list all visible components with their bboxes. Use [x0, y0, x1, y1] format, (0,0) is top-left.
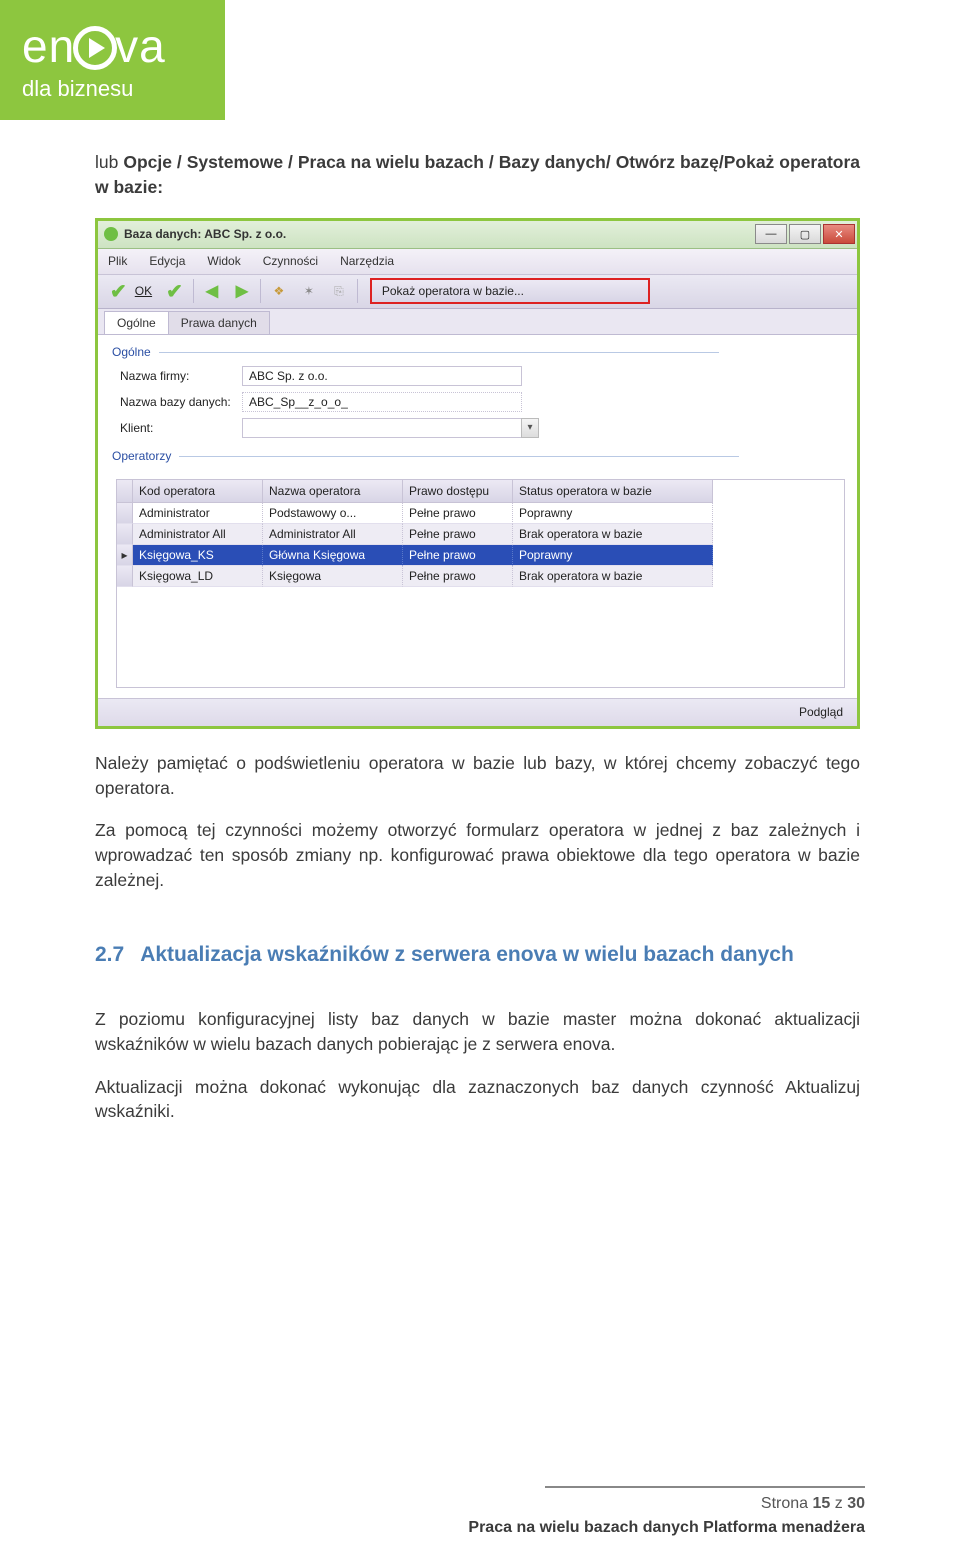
toolbar-separator: [260, 279, 261, 303]
brand-logo: enva dla biznesu: [0, 0, 225, 120]
app-window: Baza danych: ABC Sp. z o.o. ― ▢ ✕ Plik E…: [95, 218, 860, 729]
table-cell: Administrator All: [263, 524, 403, 545]
row-marker: [117, 524, 133, 545]
input-klient[interactable]: [242, 418, 522, 438]
minimize-button[interactable]: ―: [755, 224, 787, 244]
row-marker: ▸: [117, 545, 133, 566]
intro-paragraph: lub Opcje / Systemowe / Praca na wielu b…: [95, 150, 860, 200]
logo-subtitle: dla biznesu: [22, 76, 203, 102]
paragraph-1: Należy pamiętać o podświetleniu operator…: [95, 751, 860, 801]
app-icon: [104, 227, 118, 241]
play-icon: [73, 26, 117, 70]
klient-dropdown-icon[interactable]: ▾: [521, 418, 539, 438]
paragraph-4: Aktualizacji można dokonać wykonując dla…: [95, 1075, 860, 1125]
table-cell: Brak operatora w bazie: [513, 566, 713, 587]
intro-prefix: lub: [95, 152, 123, 172]
table-cell: Poprawny: [513, 545, 713, 566]
highlighted-action[interactable]: Pokaż operatora w bazie...: [370, 278, 650, 304]
menu-narzedzia[interactable]: Narzędzia: [340, 254, 394, 268]
page-prefix: Strona: [761, 1495, 813, 1512]
table-row[interactable]: AdministratorPodstawowy o...Pełne prawoP…: [117, 503, 844, 524]
window-footer: Podgląd: [98, 698, 857, 726]
table-row[interactable]: Księgowa_LDKsięgowaPełne prawoBrak opera…: [117, 566, 844, 587]
close-button[interactable]: ✕: [823, 224, 855, 244]
table-cell: Administrator All: [133, 524, 263, 545]
menu-widok[interactable]: Widok: [207, 254, 240, 268]
ok-label[interactable]: OK: [135, 284, 152, 298]
table-cell: Pełne prawo: [403, 524, 513, 545]
heading-text: Aktualizacja wskaźników z serwera enova …: [140, 943, 794, 966]
label-nazwa-firmy: Nazwa firmy:: [112, 369, 242, 383]
tool-icon-3[interactable]: ⎘: [327, 279, 351, 303]
row-marker: [117, 503, 133, 524]
back-icon[interactable]: ◀: [200, 279, 224, 303]
page-footer: Strona 15 z 30 Praca na wielu bazach dan…: [468, 1492, 865, 1540]
table-cell: Księgowa: [263, 566, 403, 587]
table-cell: Główna Księgowa: [263, 545, 403, 566]
table-cell: Księgowa_KS: [133, 545, 263, 566]
tab-prawa-danych[interactable]: Prawa danych: [168, 311, 270, 334]
input-nazwa-bazy[interactable]: ABC_Sp__z_o_o_: [242, 392, 522, 412]
forward-icon[interactable]: ▶: [230, 279, 254, 303]
table-cell: Pełne prawo: [403, 545, 513, 566]
col-status[interactable]: Status operatora w bazie: [513, 480, 713, 503]
highlighted-action-label: Pokaż operatora w bazie...: [382, 284, 524, 298]
table-row[interactable]: Administrator AllAdministrator AllPełne …: [117, 524, 844, 545]
table-row[interactable]: ▸Księgowa_KSGłówna KsięgowaPełne prawoPo…: [117, 545, 844, 566]
menu-bar: Plik Edycja Widok Czynności Narzędzia: [98, 249, 857, 275]
table-cell: Pełne prawo: [403, 566, 513, 587]
groupbox-operatorzy-label: Operatorzy: [112, 449, 843, 463]
row-marker: [117, 566, 133, 587]
menu-plik[interactable]: Plik: [108, 254, 127, 268]
label-nazwa-bazy: Nazwa bazy danych:: [112, 395, 242, 409]
apply-check-icon[interactable]: ✔: [162, 279, 187, 303]
window-title: Baza danych: ABC Sp. z o.o.: [124, 227, 755, 241]
table-cell: Pełne prawo: [403, 503, 513, 524]
table-cell: Podstawowy o...: [263, 503, 403, 524]
groupbox-ogolne-label: Ogólne: [112, 345, 843, 359]
logo-text-b: va: [115, 20, 166, 72]
footer-separator: [545, 1486, 865, 1488]
col-kod-operatora[interactable]: Kod operatora: [133, 480, 263, 503]
table-corner: [117, 480, 133, 503]
col-nazwa-operatora[interactable]: Nazwa operatora: [263, 480, 403, 503]
tool-icon-1[interactable]: ❖: [267, 279, 291, 303]
section-heading: 2.7 Aktualizacja wskaźników z serwera eno…: [95, 943, 860, 967]
toolbar-separator: [193, 279, 194, 303]
table-cell: Administrator: [133, 503, 263, 524]
podglad-button[interactable]: Podgląd: [799, 705, 843, 719]
page-current: 15: [813, 1495, 831, 1512]
doc-title: Praca na wielu bazach danych Platforma m…: [468, 1516, 865, 1540]
page-mid: z: [830, 1495, 847, 1512]
tool-icon-2[interactable]: ✶: [297, 279, 321, 303]
table-blank-area: [117, 587, 844, 687]
tab-row: Ogólne Prawa danych: [98, 309, 857, 335]
operators-table: Kod operatora Nazwa operatora Prawo dost…: [116, 479, 845, 688]
input-nazwa-firmy[interactable]: ABC Sp. z o.o.: [242, 366, 522, 386]
label-klient: Klient:: [112, 421, 242, 435]
toolbar-separator: [357, 279, 358, 303]
logo-text-a: en: [22, 20, 75, 72]
col-prawo-dostepu[interactable]: Prawo dostępu: [403, 480, 513, 503]
tab-ogolne[interactable]: Ogólne: [104, 311, 169, 334]
toolbar: ✔ OK ✔ ◀ ▶ ❖ ✶ ⎘ Pokaż operatora w bazie…: [98, 275, 857, 309]
maximize-button[interactable]: ▢: [789, 224, 821, 244]
menu-czynnosci[interactable]: Czynności: [263, 254, 318, 268]
table-cell: Poprawny: [513, 503, 713, 524]
intro-bold-path: Opcje / Systemowe / Praca na wielu bazac…: [95, 152, 860, 197]
paragraph-2: Za pomocą tej czynności możemy otworzyć …: [95, 818, 860, 893]
table-header-row: Kod operatora Nazwa operatora Prawo dost…: [117, 480, 844, 503]
titlebar: Baza danych: ABC Sp. z o.o. ― ▢ ✕: [98, 221, 857, 249]
menu-edycja[interactable]: Edycja: [149, 254, 185, 268]
paragraph-3: Z poziomu konfiguracyjnej listy baz dany…: [95, 1007, 860, 1057]
page-total: 30: [847, 1495, 865, 1512]
heading-number: 2.7: [95, 943, 124, 966]
table-cell: Brak operatora w bazie: [513, 524, 713, 545]
table-cell: Księgowa_LD: [133, 566, 263, 587]
ok-check-icon[interactable]: ✔: [106, 279, 131, 303]
